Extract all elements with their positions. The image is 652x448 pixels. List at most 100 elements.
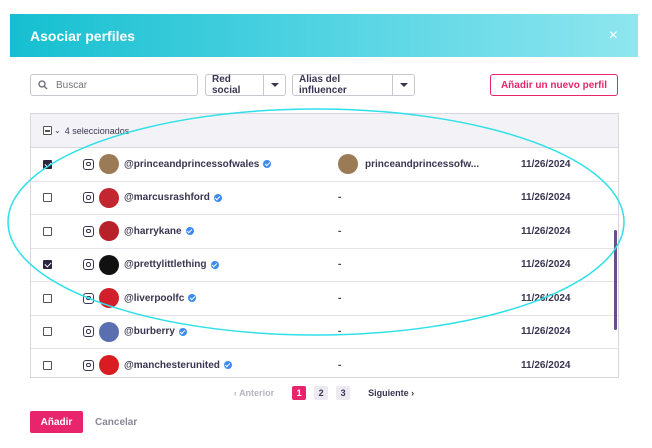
- pagination-prev-label: Anterior: [239, 388, 275, 398]
- verified-icon: [178, 327, 187, 336]
- avatar: [99, 321, 119, 342]
- page-2-button[interactable]: 2: [314, 386, 329, 400]
- social-network-label: Red social: [212, 74, 241, 96]
- influencer-alias: -: [338, 326, 341, 337]
- instagram-icon: [83, 259, 94, 271]
- instagram-icon: [83, 192, 94, 204]
- avatar: [99, 355, 119, 376]
- pagination-next-label: Siguiente: [368, 388, 409, 398]
- page-3-button[interactable]: 3: [336, 386, 351, 400]
- influencer-alias: -: [338, 259, 341, 270]
- verified-icon: [223, 361, 232, 370]
- cancel-button[interactable]: Cancelar: [95, 417, 137, 428]
- social-network-select[interactable]: Red social: [205, 74, 286, 96]
- table-header: ⌄ 4 seleccionados: [31, 114, 618, 148]
- profile-handle: @marcusrashford: [124, 192, 222, 203]
- influencer-alias-text: -: [338, 326, 342, 338]
- table-row[interactable]: @princeandprincessofwales princeandprince…: [31, 148, 618, 182]
- influencer-alias-text: -: [338, 259, 342, 271]
- influencer-alias-select[interactable]: Alias del influencer: [292, 74, 415, 96]
- table-body: @princeandprincessofwales princeandprince…: [31, 148, 618, 377]
- profile-handle-text: @princeandprincessofwales: [124, 158, 260, 170]
- influencer-alias-text: -: [338, 192, 342, 204]
- toolbar: Red social Alias del influencer Añadir u…: [30, 74, 618, 98]
- verified-icon: [263, 160, 272, 169]
- instagram-icon: [83, 158, 94, 170]
- influencer-alias-label: Alias del influencer: [299, 74, 347, 96]
- chevron-down-icon[interactable]: ⌄: [54, 126, 61, 135]
- search-icon: [38, 80, 48, 90]
- profiles-table: ⌄ 4 seleccionados @princeandprincessofwa…: [30, 113, 619, 378]
- profile-handle: @liverpoolfc: [124, 292, 197, 304]
- instagram-icon: [83, 359, 94, 371]
- profile-handle-text: @prettylittlething: [124, 259, 207, 271]
- profile-handle-text: @marcusrashford: [124, 192, 210, 204]
- date-added: 11/26/2024: [521, 192, 571, 204]
- table-row[interactable]: @prettylittlething - 11/26/2024: [31, 249, 618, 282]
- profile-handle: @prettylittlething: [124, 259, 219, 270]
- influencer-alias: -: [338, 360, 341, 371]
- alias-avatar: [338, 154, 358, 175]
- instagram-icon: [83, 326, 94, 338]
- row-checkbox[interactable]: [43, 193, 52, 203]
- modal-footer: Añadir Cancelar: [30, 411, 137, 433]
- verified-icon: [188, 294, 197, 303]
- date-added: 11/26/2024: [521, 225, 571, 237]
- selected-count: 4 seleccionados: [64, 125, 130, 136]
- date-added: 11/26/2024: [521, 326, 571, 338]
- profile-handle: @harrykane: [124, 226, 194, 237]
- profile-handle-text: @harrykane: [124, 225, 182, 237]
- influencer-alias: -: [338, 226, 341, 237]
- instagram-icon: [83, 225, 94, 237]
- avatar: [99, 154, 119, 175]
- add-new-profile-button[interactable]: Añadir un nuevo perfil: [490, 74, 618, 96]
- associate-profiles-modal: Asociar perfiles × Red social Alias del …: [10, 14, 638, 446]
- influencer-alias: -: [338, 293, 341, 304]
- select-all-checkbox[interactable]: [43, 126, 52, 135]
- influencer-alias-text: princeandprincessofw...: [365, 158, 480, 170]
- row-checkbox[interactable]: [43, 159, 52, 169]
- verified-icon: [210, 260, 219, 269]
- search-input[interactable]: [56, 79, 186, 91]
- instagram-icon: [83, 292, 94, 304]
- pagination-prev[interactable]: ‹ Anterior: [234, 388, 274, 398]
- influencer-alias-text: -: [338, 292, 342, 304]
- profile-handle-text: @burberry: [124, 326, 175, 338]
- close-icon[interactable]: ×: [609, 27, 618, 44]
- date-added: 11/26/2024: [521, 259, 571, 271]
- profile-handle-text: @liverpoolfc: [124, 292, 185, 304]
- influencer-alias: princeandprincessofw...: [338, 154, 480, 175]
- avatar: [99, 254, 119, 275]
- add-button[interactable]: Añadir: [30, 411, 83, 433]
- avatar: [99, 288, 119, 309]
- date-added: 11/26/2024: [521, 292, 571, 304]
- table-row[interactable]: @marcusrashford - 11/26/2024: [31, 182, 618, 215]
- avatar: [99, 221, 119, 242]
- chevron-down-icon: [392, 75, 414, 95]
- influencer-alias: -: [338, 192, 341, 203]
- profile-handle-text: @manchesterunited: [124, 359, 220, 371]
- row-checkbox[interactable]: [43, 260, 52, 270]
- chevron-down-icon: [263, 75, 285, 95]
- page-1-button[interactable]: 1: [292, 386, 307, 400]
- search-box[interactable]: [30, 74, 198, 96]
- profile-handle: @burberry: [124, 326, 187, 337]
- date-added: 11/26/2024: [521, 158, 571, 170]
- modal-title: Asociar perfiles: [30, 27, 136, 44]
- pagination: ‹ Anterior 1 2 3 Siguiente ›: [10, 386, 638, 400]
- table-row[interactable]: @burberry - 11/26/2024: [31, 316, 618, 349]
- row-checkbox[interactable]: [43, 360, 52, 370]
- scrollbar[interactable]: [614, 230, 617, 330]
- influencer-alias-text: -: [338, 359, 342, 371]
- row-checkbox[interactable]: [43, 327, 52, 337]
- table-row[interactable]: @harrykane - 11/26/2024: [31, 215, 618, 249]
- influencer-alias-text: -: [338, 225, 342, 237]
- profile-handle: @princeandprincessofwales: [124, 158, 272, 170]
- row-checkbox[interactable]: [43, 293, 52, 303]
- profile-handle: @manchesterunited: [124, 360, 232, 371]
- table-row[interactable]: @manchesterunited - 11/26/2024: [31, 349, 618, 377]
- pagination-next[interactable]: Siguiente ›: [368, 388, 414, 398]
- table-row[interactable]: @liverpoolfc - 11/26/2024: [31, 282, 618, 316]
- avatar: [99, 187, 119, 208]
- row-checkbox[interactable]: [43, 226, 52, 236]
